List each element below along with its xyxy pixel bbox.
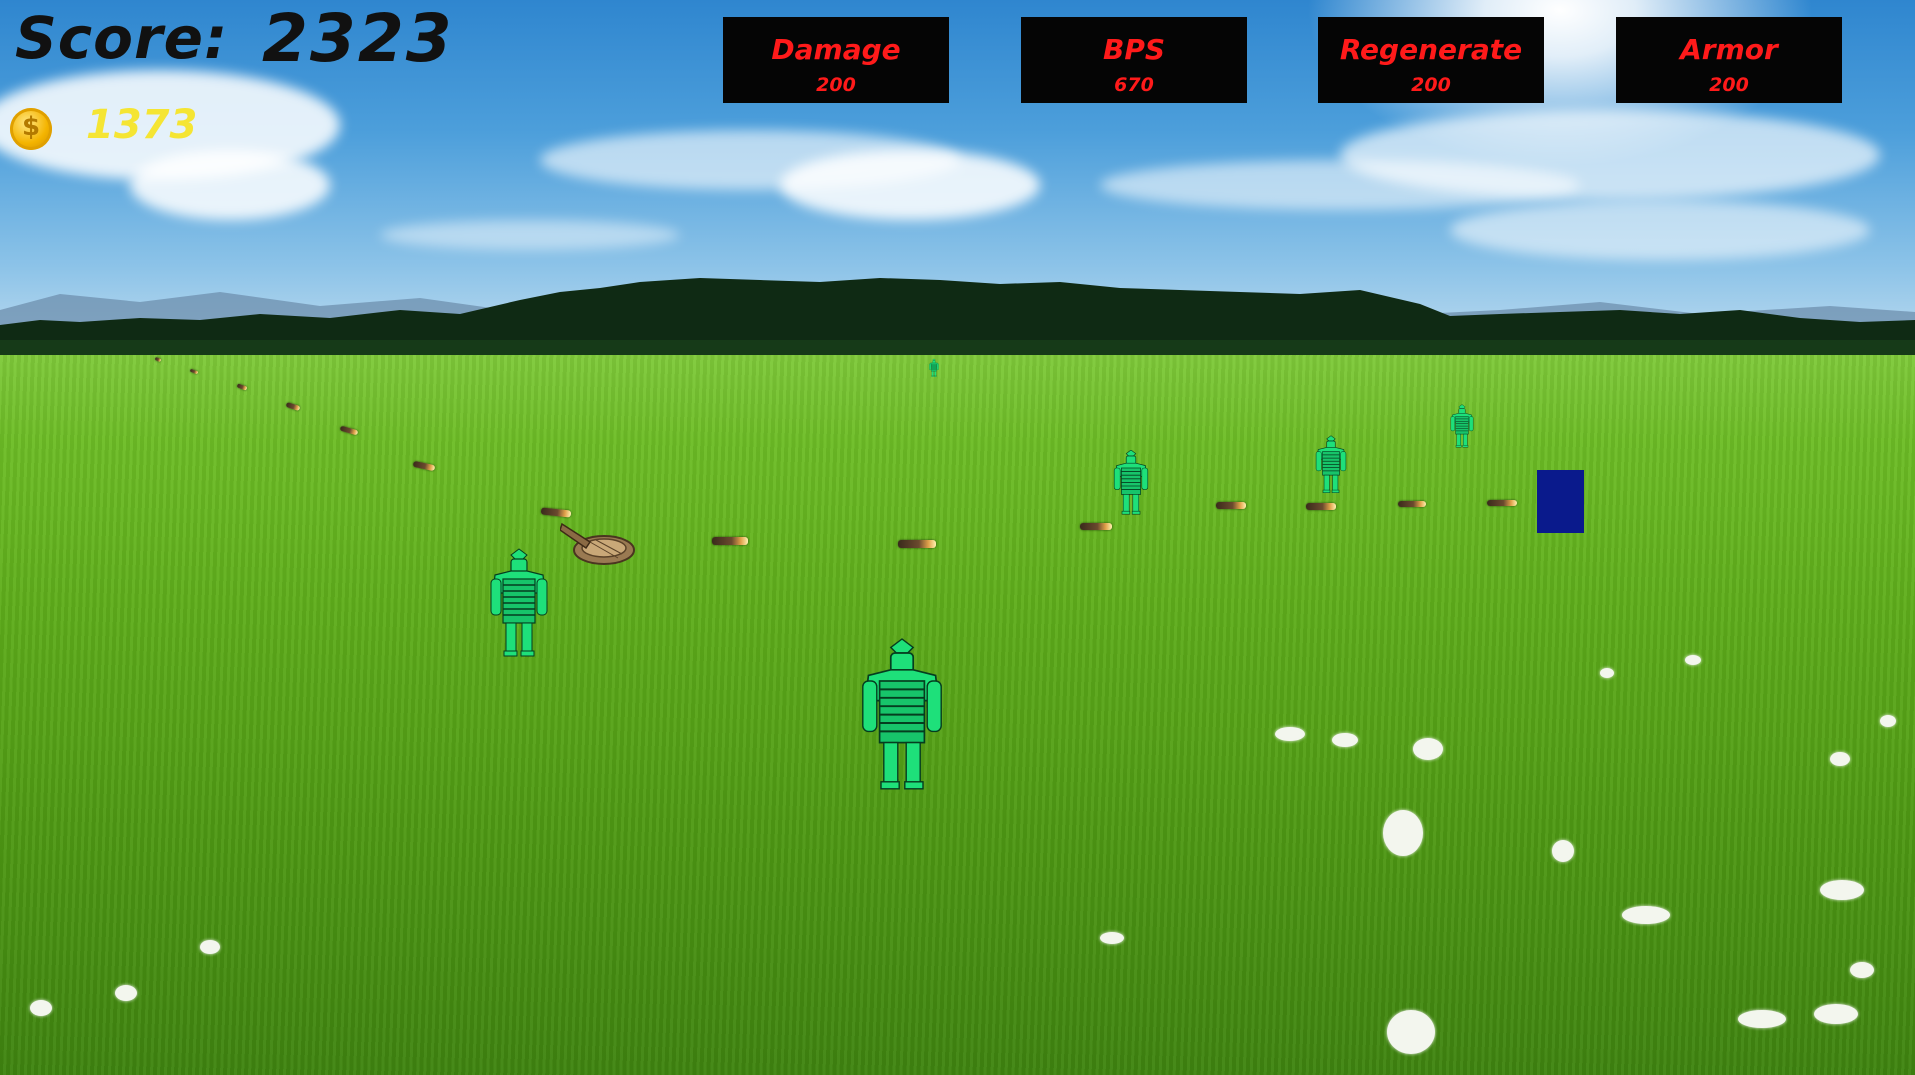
bullet [1080,523,1112,530]
turret-icon [560,522,635,565]
samurai-enemy[interactable] [929,358,939,378]
flower [115,985,137,1001]
grass-texture [0,355,1915,1075]
samurai-enemy[interactable] [1315,435,1347,495]
upgrade-bps-button[interactable]: BPS 670 [1021,17,1247,103]
cloud [780,150,1040,220]
flower [1622,906,1670,924]
flower [200,940,220,954]
bullet [1487,500,1517,506]
samurai-enemy[interactable] [1113,450,1149,516]
cloud [130,150,330,220]
cloud [380,220,680,250]
upgrade-name: Armor [1680,33,1778,66]
game-background [0,0,1915,1075]
flower [1387,1010,1435,1054]
bullet [898,540,936,548]
flower [1413,738,1443,760]
bullet [1306,503,1336,510]
flower [1685,655,1701,665]
flower [1880,715,1896,727]
flower [1383,810,1423,856]
samurai-enemy[interactable] [860,637,944,795]
flower [1820,880,1864,900]
upgrade-cost: 200 [1709,74,1749,96]
coin-count: 1373 [86,102,198,148]
bullet [1398,501,1426,507]
score-label: Score: [15,4,229,72]
flower [1830,752,1850,766]
samurai-enemy[interactable] [489,548,549,660]
cloud [1340,110,1880,200]
flower [30,1000,52,1016]
bullet [712,537,748,545]
coin-icon: $ [10,108,52,150]
upgrade-name: BPS [1102,33,1166,66]
upgrade-cost: 670 [1114,74,1154,96]
flower [1600,668,1614,678]
flower [1332,733,1358,747]
upgrade-cost: 200 [1411,74,1451,96]
upgrade-name: Damage [771,33,901,66]
flower [1552,840,1574,862]
upgrade-regenerate-button[interactable]: Regenerate 200 [1318,17,1544,103]
flower [1814,1004,1858,1024]
flower [1738,1010,1786,1028]
upgrade-damage-button[interactable]: Damage 200 [723,17,949,103]
upgrade-cost: 200 [816,74,856,96]
flower [1850,962,1874,978]
bullet [1216,502,1246,509]
upgrade-armor-button[interactable]: Armor 200 [1616,17,1842,103]
samurai-enemy[interactable] [1450,404,1474,449]
upgrade-name: Regenerate [1339,33,1523,66]
flower [1100,932,1124,944]
coin-symbol: $ [21,112,41,142]
flower [1275,727,1305,741]
score-value: 2323 [262,0,454,77]
player-block [1537,470,1584,533]
cloud [1450,200,1870,260]
